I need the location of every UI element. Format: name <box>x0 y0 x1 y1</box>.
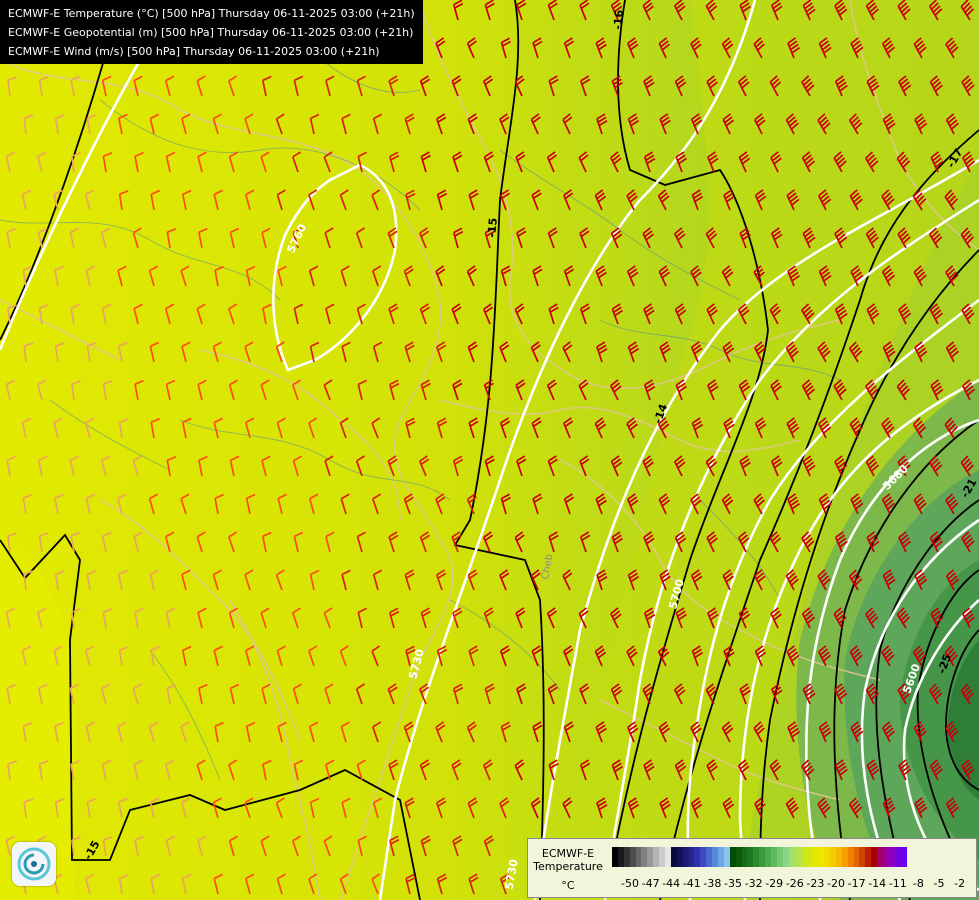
legend-title: ECMWF-E Temperature <box>530 847 606 873</box>
contour-label: -15 <box>485 217 500 238</box>
title-temperature: ECMWF-E Temperature (°C) [500 hPa] Thurs… <box>8 7 415 20</box>
contour-label: -16 <box>611 9 626 30</box>
legend-tick-label: -23 <box>806 877 825 890</box>
legend-tick-label: -44 <box>662 877 681 890</box>
legend-tick-label: -17 <box>847 877 866 890</box>
title-wind: ECMWF-E Wind (m/s) [500 hPa] Thursday 06… <box>8 45 380 58</box>
legend-tick-label: -11 <box>888 877 907 890</box>
legend-title-model: ECMWF-E <box>541 847 595 860</box>
legend-swatch <box>900 847 907 867</box>
legend-tick-label: -5 <box>933 877 945 890</box>
legend-tick-label: -20 <box>827 877 845 890</box>
legend-tick-label: -38 <box>703 877 722 890</box>
legend-tick-label: -8 <box>912 877 924 890</box>
temperature-legend: ECMWF-E Temperature °C -50 -47 -44 -41 -38 -3… <box>527 838 977 898</box>
legend-tick-label: -29 <box>765 877 784 890</box>
legend-tick-label: -32 <box>744 877 763 890</box>
map-title-box: ECMWF-E Temperature (°C) [500 hPa] Thurs… <box>0 0 423 64</box>
legend-ticks: -50 -47 -44 -41 -38 -35 -32 -29 -26 -23 -20 -17 -14-… <box>608 877 976 891</box>
weather-map: -16-15-17-15-14-21-255760573057005680560… <box>0 0 979 900</box>
legend-tick-label: -2 <box>954 877 966 890</box>
legend-title-variable: Temperature <box>533 860 603 873</box>
legend-tick-label: -35 <box>724 877 742 890</box>
legend-tick-label: -50 <box>621 877 639 890</box>
legend-color-bar <box>612 847 907 867</box>
legend-tick-label: -26 <box>785 877 804 890</box>
ecmwf-logo-icon[interactable] <box>12 842 56 886</box>
legend-unit: °C <box>561 879 575 892</box>
title-geopotential: ECMWF-E Geopotential (m) [500 hPa] Thurs… <box>8 26 414 39</box>
legend-tick-label: -41 <box>682 877 701 890</box>
legend-tick-label: -47 <box>641 877 660 890</box>
legend-tick-label: -14 <box>868 877 887 890</box>
